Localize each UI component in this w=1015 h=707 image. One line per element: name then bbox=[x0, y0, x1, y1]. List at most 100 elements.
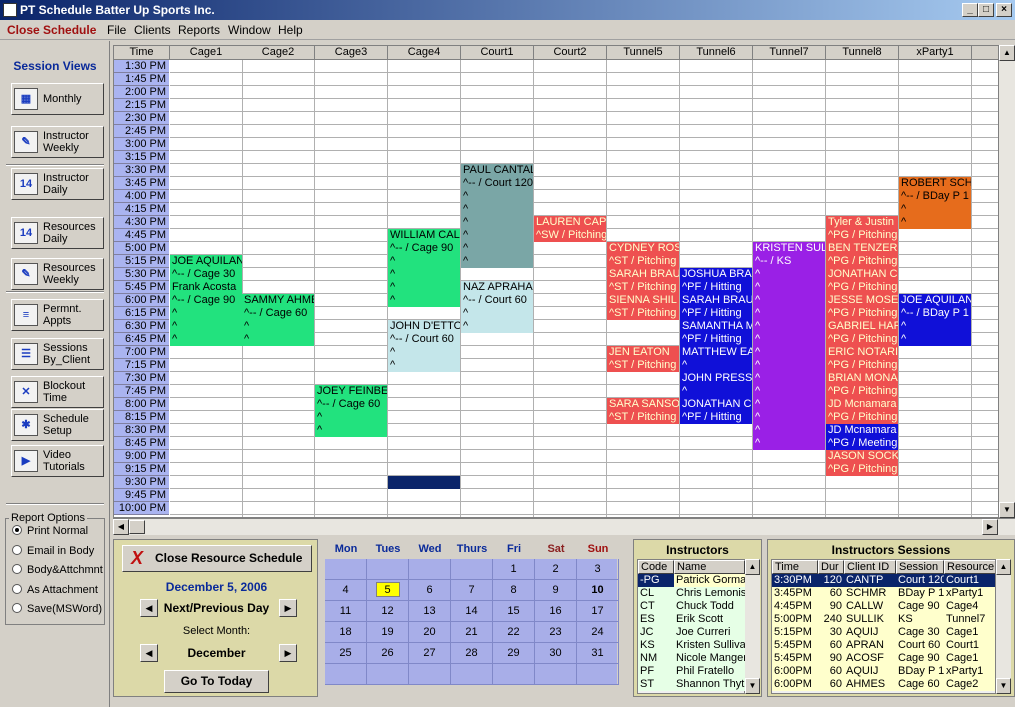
go-to-today-button[interactable]: Go To Today bbox=[164, 670, 269, 693]
calendar-day[interactable]: 7 bbox=[451, 580, 493, 601]
nav-instructor-weekly-button[interactable]: ✎ Instructor Weekly bbox=[11, 126, 104, 158]
booking-cell[interactable]: JD Mcnamara bbox=[826, 398, 898, 411]
booking-cell[interactable]: ^ bbox=[170, 320, 242, 333]
instructor-row[interactable]: KS Kristen Sullivan bbox=[638, 639, 745, 652]
booking-cell[interactable]: GABRIEL HAF bbox=[826, 320, 898, 333]
booking-cell[interactable]: ^ bbox=[388, 255, 460, 268]
booking-cell[interactable]: ^ST / Pitching bbox=[607, 359, 679, 372]
booking-cell[interactable]: ^-- / Cage 90 bbox=[388, 242, 460, 255]
instructor-row[interactable]: ES Erik Scott bbox=[638, 613, 745, 626]
calendar-day[interactable]: 21 bbox=[451, 622, 493, 643]
booking-cell[interactable]: SARAH BRAU bbox=[607, 268, 679, 281]
calendar-day[interactable]: 27 bbox=[409, 643, 451, 664]
booking-cell[interactable]: ^PG / Pitching bbox=[826, 411, 898, 424]
booking-cell[interactable]: BEN TENZER bbox=[826, 242, 898, 255]
resource-header-court2[interactable]: Court2 bbox=[534, 46, 607, 60]
vertical-scrollbar[interactable]: ▲ ▼ bbox=[999, 45, 1015, 518]
menu-close-schedule[interactable]: Close Schedule bbox=[7, 23, 96, 37]
booking-cell[interactable]: JOHN PRESS bbox=[680, 372, 752, 385]
booking-cell[interactable]: ^ST / Pitching bbox=[607, 255, 679, 268]
nav-sessions-by-client-button[interactable]: ☰ Sessions By_Client bbox=[11, 338, 104, 370]
report-option-print-normal[interactable]: Print Normal bbox=[12, 525, 88, 537]
nav-schedule-setup-button[interactable]: ✱ Schedule Setup bbox=[11, 409, 104, 441]
session-row[interactable]: 6:00PM 60 AQUIJ BDay P 1 xParty1 bbox=[772, 665, 995, 678]
radio-icon[interactable] bbox=[12, 525, 22, 535]
booking-cell[interactable]: ^-- / Court 60 bbox=[461, 294, 533, 307]
booking-cell[interactable]: ROBERT SCH bbox=[899, 177, 971, 190]
booking-cell[interactable]: ^ bbox=[753, 424, 825, 437]
calendar-day[interactable]: 24 bbox=[577, 622, 619, 643]
booking-cell[interactable]: JASON SOCKI bbox=[826, 450, 898, 463]
booking-cell[interactable]: ^-- / Cage 60 bbox=[242, 307, 314, 320]
session-row[interactable]: 5:00PM 240 SULLIK KS Tunnel7 bbox=[772, 613, 995, 626]
scroll-thumb[interactable] bbox=[129, 520, 145, 534]
column-header-name[interactable]: Name bbox=[674, 560, 745, 574]
booking-cell[interactable]: SIENNA SHIL bbox=[607, 294, 679, 307]
report-option-as-attachment[interactable]: As Attachment bbox=[12, 583, 98, 596]
booking-cell[interactable]: ^ bbox=[388, 346, 460, 359]
instructor-row[interactable]: CT Chuck Todd bbox=[638, 600, 745, 613]
instructor-row[interactable]: PF Phil Fratello bbox=[638, 665, 745, 678]
session-row[interactable]: 3:30PM 120 CANTP Court 120 Court1 bbox=[772, 574, 995, 587]
booking-cell[interactable]: BRIAN MONA bbox=[826, 372, 898, 385]
booking-cell[interactable]: JONATHAN C bbox=[826, 268, 898, 281]
booking-cell[interactable]: LAUREN CAP bbox=[534, 216, 606, 229]
next-month-button[interactable]: ▶ bbox=[279, 644, 297, 662]
booking-cell[interactable]: SAMMY AHME bbox=[242, 294, 314, 307]
calendar-day[interactable]: 26 bbox=[367, 643, 409, 664]
resource-header-tunnel7[interactable]: Tunnel7 bbox=[753, 46, 826, 60]
instructor-row[interactable]: ST Shannon Thyt bbox=[638, 678, 745, 691]
calendar-day[interactable]: 28 bbox=[451, 643, 493, 664]
booking-cell[interactable]: ^ bbox=[461, 229, 533, 242]
scroll-right-button[interactable]: ▶ bbox=[982, 519, 998, 535]
booking-cell[interactable]: WILLIAM CAL bbox=[388, 229, 460, 242]
calendar-day[interactable]: 19 bbox=[367, 622, 409, 643]
scroll-up-button[interactable]: ▲ bbox=[999, 45, 1015, 61]
booking-cell[interactable]: JONATHAN C bbox=[680, 398, 752, 411]
resource-header-cage3[interactable]: Cage3 bbox=[315, 46, 388, 60]
calendar-day[interactable]: 8 bbox=[493, 580, 535, 601]
calendar-day[interactable]: 5 bbox=[367, 580, 409, 601]
instructors-scrollbar[interactable]: ▲ ▼ bbox=[745, 559, 760, 694]
menu-file[interactable]: File bbox=[107, 23, 126, 37]
nav-monthly-button[interactable]: ▦ Monthly bbox=[11, 83, 104, 115]
calendar-day[interactable]: 3 bbox=[577, 559, 619, 580]
booking-cell[interactable] bbox=[388, 476, 460, 489]
nav-video-tutorials-button[interactable]: ▶ Video Tutorials bbox=[11, 445, 104, 477]
session-row[interactable]: 6:00PM 60 AHMES Cage 60 Cage2 bbox=[772, 678, 995, 691]
calendar-day[interactable]: 4 bbox=[325, 580, 367, 601]
booking-cell[interactable]: Tyler & Justin bbox=[826, 216, 898, 229]
sessions-scrollbar[interactable]: ▲ ▼ bbox=[996, 559, 1011, 694]
booking-cell[interactable]: ^ bbox=[242, 320, 314, 333]
booking-cell[interactable]: ^ bbox=[753, 372, 825, 385]
booking-cell[interactable]: ^ bbox=[753, 320, 825, 333]
booking-cell[interactable]: JD Mcnamara bbox=[826, 424, 898, 437]
close-resource-schedule-button[interactable]: X Close Resource Schedule bbox=[122, 545, 312, 572]
instructor-row[interactable]: JC Joe Curreri bbox=[638, 626, 745, 639]
calendar-day[interactable]: 23 bbox=[535, 622, 577, 643]
booking-cell[interactable]: ^ bbox=[461, 307, 533, 320]
booking-cell[interactable]: ^ bbox=[388, 359, 460, 372]
booking-cell[interactable]: ^ bbox=[170, 333, 242, 346]
calendar-day[interactable]: 6 bbox=[409, 580, 451, 601]
booking-cell[interactable]: ^ bbox=[753, 437, 825, 450]
resource-header-tunnel5[interactable]: Tunnel5 bbox=[607, 46, 680, 60]
scroll-left-button[interactable]: ◀ bbox=[113, 519, 129, 535]
resource-header-cage4[interactable]: Cage4 bbox=[388, 46, 461, 60]
booking-cell[interactable]: ^ bbox=[461, 255, 533, 268]
booking-cell[interactable]: MATTHEW EA bbox=[680, 346, 752, 359]
minimize-button[interactable]: _ bbox=[962, 3, 978, 17]
booking-cell[interactable]: NAZ APRAHA bbox=[461, 281, 533, 294]
booking-cell[interactable]: ^ bbox=[461, 242, 533, 255]
calendar-day[interactable]: 14 bbox=[451, 601, 493, 622]
calendar-day[interactable]: 15 bbox=[493, 601, 535, 622]
scroll-down-button[interactable]: ▼ bbox=[996, 678, 1011, 694]
booking-cell[interactable]: ^SW / Pitching bbox=[534, 229, 606, 242]
nav-instructor-daily-button[interactable]: 14 Instructor Daily bbox=[11, 168, 104, 200]
booking-cell[interactable]: ^ bbox=[388, 268, 460, 281]
radio-icon[interactable] bbox=[12, 564, 22, 574]
booking-cell[interactable]: ^PG / Pitching bbox=[826, 359, 898, 372]
close-window-button[interactable]: × bbox=[996, 3, 1012, 17]
booking-cell[interactable]: ^-- / Cage 30 bbox=[170, 268, 242, 281]
booking-cell[interactable]: CYDNEY ROS bbox=[607, 242, 679, 255]
